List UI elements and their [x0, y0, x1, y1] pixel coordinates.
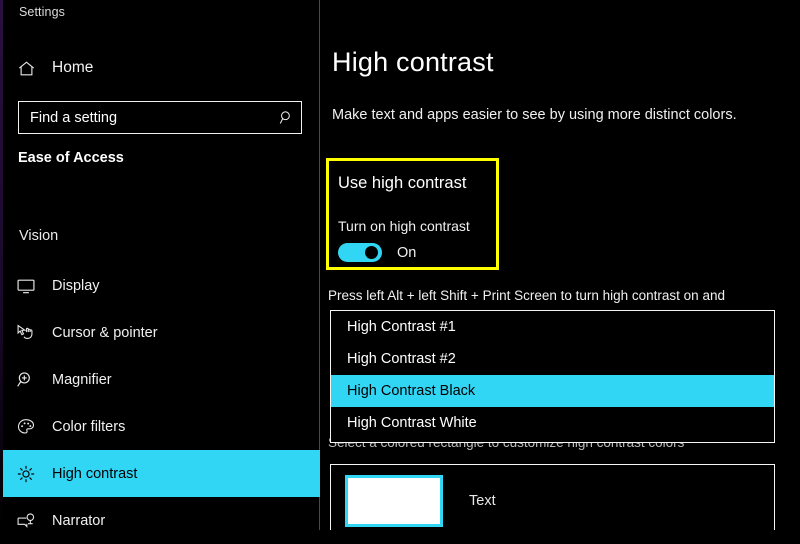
sidebar-item-cursor-pointer[interactable]: Cursor & pointer: [0, 309, 320, 356]
search-icon[interactable]: [271, 109, 301, 126]
sidebar-item-display[interactable]: Display: [0, 262, 320, 309]
sidebar-item-color-filters[interactable]: Color filters: [0, 403, 320, 450]
toggle-knob: [365, 246, 378, 259]
narrator-icon: [8, 511, 44, 531]
text-color-swatch[interactable]: [345, 475, 443, 527]
settings-window: Settings Home Ease of Access Vision: [0, 0, 800, 530]
palette-icon: [8, 417, 44, 437]
high-contrast-toggle[interactable]: [338, 243, 382, 262]
page-description: Make text and apps easier to see by usin…: [332, 107, 737, 123]
color-customization-panel: Text: [330, 464, 775, 530]
search-box[interactable]: [18, 101, 302, 134]
theme-dropdown-list[interactable]: High Contrast #1 High Contrast #2 High C…: [330, 310, 775, 443]
magnifier-icon: [8, 370, 44, 390]
sidebar-label-display: Display: [52, 277, 100, 294]
theme-option-high-contrast-black[interactable]: High Contrast Black: [331, 375, 774, 407]
sidebar-item-narrator[interactable]: Narrator: [0, 497, 320, 544]
section-heading-use-high-contrast: Use high contrast: [338, 174, 467, 192]
main-content: High contrast Make text and apps easier …: [320, 0, 800, 530]
sidebar-item-magnifier[interactable]: Magnifier: [0, 356, 320, 403]
sidebar-group-header: Vision: [19, 228, 59, 244]
sidebar-home-label: Home: [52, 59, 94, 76]
high-contrast-toggle-row[interactable]: On: [338, 243, 416, 262]
sidebar-nav: Display Cursor & pointer Magnifier Color…: [0, 262, 320, 544]
sun-icon: [8, 464, 44, 484]
toggle-state-label: On: [397, 244, 417, 261]
sidebar-label-narrator: Narrator: [52, 512, 106, 529]
sidebar-category-header: Ease of Access: [18, 150, 124, 166]
sidebar: Settings Home Ease of Access Vision: [0, 0, 320, 530]
window-left-edge: [0, 0, 3, 530]
text-color-swatch-label: Text: [469, 493, 496, 509]
sidebar-item-high-contrast[interactable]: High contrast: [0, 450, 320, 497]
app-title: Settings: [19, 5, 65, 19]
theme-option-high-contrast-white[interactable]: High Contrast White: [331, 407, 774, 439]
color-swatch-row[interactable]: Text: [345, 475, 496, 527]
shortcut-instruction-text: Press left Alt + left Shift + Print Scre…: [328, 288, 725, 303]
sidebar-label-color-filters: Color filters: [52, 418, 126, 435]
page-title: High contrast: [332, 47, 494, 77]
toggle-label: Turn on high contrast: [338, 218, 470, 234]
sidebar-label-cursor-pointer: Cursor & pointer: [52, 324, 158, 341]
use-high-contrast-highlight-box: Use high contrast Turn on high contrast …: [326, 158, 499, 270]
theme-option-high-contrast-1[interactable]: High Contrast #1: [331, 311, 774, 343]
home-icon: [8, 59, 44, 78]
monitor-icon: [8, 276, 44, 296]
sidebar-label-magnifier: Magnifier: [52, 371, 112, 388]
theme-option-high-contrast-2[interactable]: High Contrast #2: [331, 343, 774, 375]
cursor-pointer-icon: [8, 323, 44, 343]
search-input[interactable]: [19, 101, 271, 134]
sidebar-label-high-contrast: High contrast: [52, 465, 138, 482]
sidebar-item-home[interactable]: Home: [0, 53, 320, 83]
